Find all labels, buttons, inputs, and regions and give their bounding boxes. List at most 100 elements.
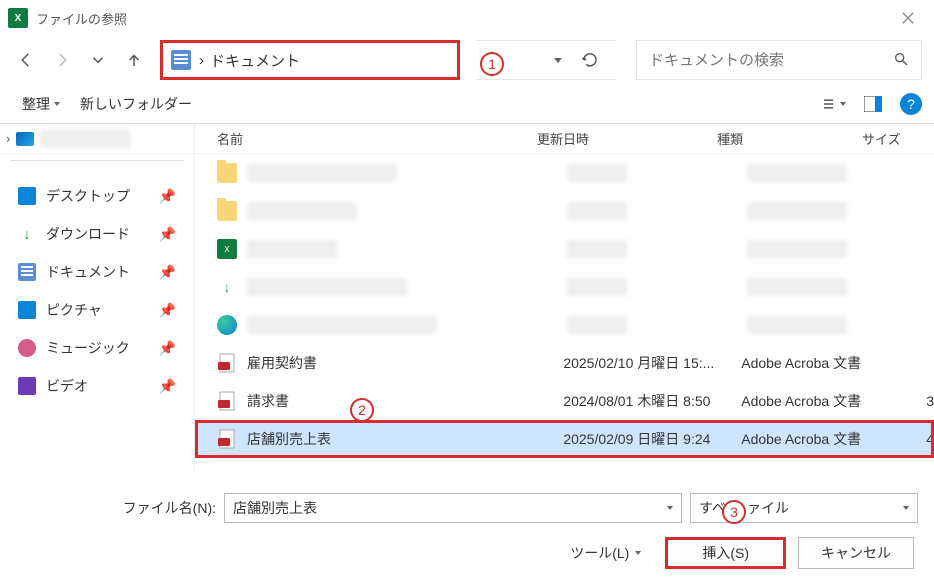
pin-icon: 📌 — [159, 264, 176, 281]
preview-pane-button[interactable] — [862, 93, 884, 115]
annotation-1: 1 — [480, 52, 504, 76]
redacted — [40, 130, 130, 148]
file-type: Adobe Acroba 文書 — [741, 391, 884, 411]
organize-menu[interactable]: 整理 — [12, 88, 70, 120]
new-folder-button[interactable]: 新しいフォルダー — [70, 88, 202, 120]
search-icon — [893, 51, 909, 70]
file-row[interactable]: X — [195, 230, 934, 268]
file-date: 2025/02/10 月曜日 15:... — [563, 353, 741, 373]
file-size: 3 — [885, 393, 934, 409]
tools-menu[interactable]: ツール(L) — [570, 543, 641, 563]
insert-button[interactable]: 挿入(S) — [665, 537, 786, 569]
pdf-file-icon — [217, 429, 237, 449]
tree-pictures[interactable]: ピクチャ 📌 — [0, 291, 194, 329]
pin-icon: 📌 — [159, 302, 176, 319]
col-size[interactable]: サイズ — [862, 129, 912, 148]
tree-documents[interactable]: ドキュメント 📌 — [0, 253, 194, 291]
file-type: Adobe Acroba 文書 — [741, 353, 884, 373]
body: › デスクトップ 📌 ↓ ダウンロード 📌 ドキュメント 📌 — [0, 124, 934, 470]
addr-dropdown[interactable] — [544, 46, 572, 74]
back-button[interactable] — [12, 46, 40, 74]
documents-folder-icon — [171, 50, 191, 70]
file-row[interactable]: 雇用契約書 2025/02/10 月曜日 15:... Adobe Acroba… — [195, 344, 934, 382]
file-name: 雇用契約書 — [247, 353, 563, 373]
documents-icon — [18, 263, 36, 281]
file-name: 請求書 — [247, 391, 563, 411]
tree-label: ビデオ — [46, 376, 88, 396]
breadcrumb-sep: › — [199, 52, 204, 69]
col-name[interactable]: 名前 — [217, 129, 537, 148]
pin-icon: 📌 — [159, 188, 176, 205]
pin-icon: 📌 — [159, 378, 176, 395]
chevron-down-icon — [903, 506, 909, 510]
view-menu[interactable] — [824, 93, 846, 115]
quick-access: デスクトップ 📌 ↓ ダウンロード 📌 ドキュメント 📌 ピクチャ 📌 ミュージ… — [0, 167, 194, 415]
music-icon — [18, 339, 36, 357]
col-type[interactable]: 種類 — [717, 129, 862, 148]
address-bar[interactable]: › ドキュメント — [160, 40, 460, 80]
onedrive-icon — [16, 132, 34, 146]
folder-icon — [217, 163, 237, 183]
edge-file-icon — [217, 315, 237, 335]
file-list: 名前 更新日時 種類 サイズ X ↓ — [195, 124, 934, 470]
pictures-icon — [18, 301, 36, 319]
recent-dropdown[interactable] — [84, 46, 112, 74]
tools-label: ツール(L) — [570, 543, 629, 563]
navbar: › ドキュメント — [0, 36, 934, 84]
tree-downloads[interactable]: ↓ ダウンロード 📌 — [0, 215, 194, 253]
pin-icon: 📌 — [159, 340, 176, 357]
cancel-label: キャンセル — [821, 543, 891, 563]
toolbar: 整理 新しいフォルダー ? — [0, 84, 934, 124]
titlebar: X ファイルの参照 — [0, 0, 934, 36]
pdf-file-icon — [217, 353, 237, 373]
tree-label: デスクトップ — [46, 186, 130, 206]
chevron-down-icon — [840, 102, 846, 106]
file-row-selected[interactable]: 店舗別売上表 2025/02/09 日曜日 9:24 Adobe Acroba … — [195, 420, 934, 458]
chevron-right-icon: › — [6, 131, 10, 146]
footer: ファイル名(N): 店舗別売上表 すべxxxァイル ツール(L) 挿入(S) キ… — [0, 485, 934, 587]
tree-onedrive-row[interactable]: › — [0, 124, 194, 154]
tree-desktop[interactable]: デスクトップ 📌 — [0, 177, 194, 215]
refresh-button[interactable] — [576, 46, 604, 74]
up-button[interactable] — [120, 46, 148, 74]
excel-icon: X — [8, 8, 28, 28]
videos-icon — [18, 377, 36, 395]
downloads-icon: ↓ — [18, 225, 36, 243]
annotation-2: 2 — [350, 398, 374, 422]
chevron-down-icon — [667, 506, 673, 510]
filename-label: ファイル名(N): — [16, 498, 216, 518]
file-name: 店舗別売上表 — [247, 429, 563, 449]
file-list-header: 名前 更新日時 種類 サイズ — [195, 124, 934, 154]
tree-label: ミュージック — [46, 338, 130, 358]
organize-label: 整理 — [22, 94, 50, 114]
pdf-file-icon — [217, 391, 237, 411]
file-date: 2025/02/09 日曜日 9:24 — [563, 429, 741, 449]
filename-combo[interactable]: 店舗別売上表 — [224, 493, 682, 523]
file-row[interactable] — [195, 306, 934, 344]
breadcrumb-location: ドキュメント — [210, 50, 300, 71]
help-button[interactable]: ? — [900, 93, 922, 115]
excel-file-icon: X — [217, 239, 237, 259]
tree-videos[interactable]: ビデオ 📌 — [0, 367, 194, 405]
filename-value: 店舗別売上表 — [233, 498, 317, 518]
file-row[interactable]: 請求書 2024/08/01 木曜日 8:50 Adobe Acroba 文書 … — [195, 382, 934, 420]
file-row[interactable] — [195, 192, 934, 230]
annotation-3: 3 — [722, 500, 746, 524]
tree-music[interactable]: ミュージック 📌 — [0, 329, 194, 367]
search-box[interactable] — [636, 40, 922, 80]
pin-icon: 📌 — [159, 226, 176, 243]
chevron-down-icon — [635, 551, 641, 555]
file-row[interactable] — [195, 154, 934, 192]
folder-icon — [217, 201, 237, 221]
search-input[interactable] — [649, 52, 893, 69]
col-date[interactable]: 更新日時 — [537, 129, 717, 148]
tree-label: ダウンロード — [46, 224, 130, 244]
close-button[interactable] — [890, 0, 926, 36]
newfolder-label: 新しいフォルダー — [80, 94, 192, 114]
file-row[interactable]: ↓ — [195, 268, 934, 306]
file-size: 4 — [885, 431, 934, 447]
nav-tree: › デスクトップ 📌 ↓ ダウンロード 📌 ドキュメント 📌 — [0, 124, 195, 470]
forward-button[interactable] — [48, 46, 76, 74]
chevron-down-icon — [54, 102, 60, 106]
cancel-button[interactable]: キャンセル — [798, 537, 914, 569]
